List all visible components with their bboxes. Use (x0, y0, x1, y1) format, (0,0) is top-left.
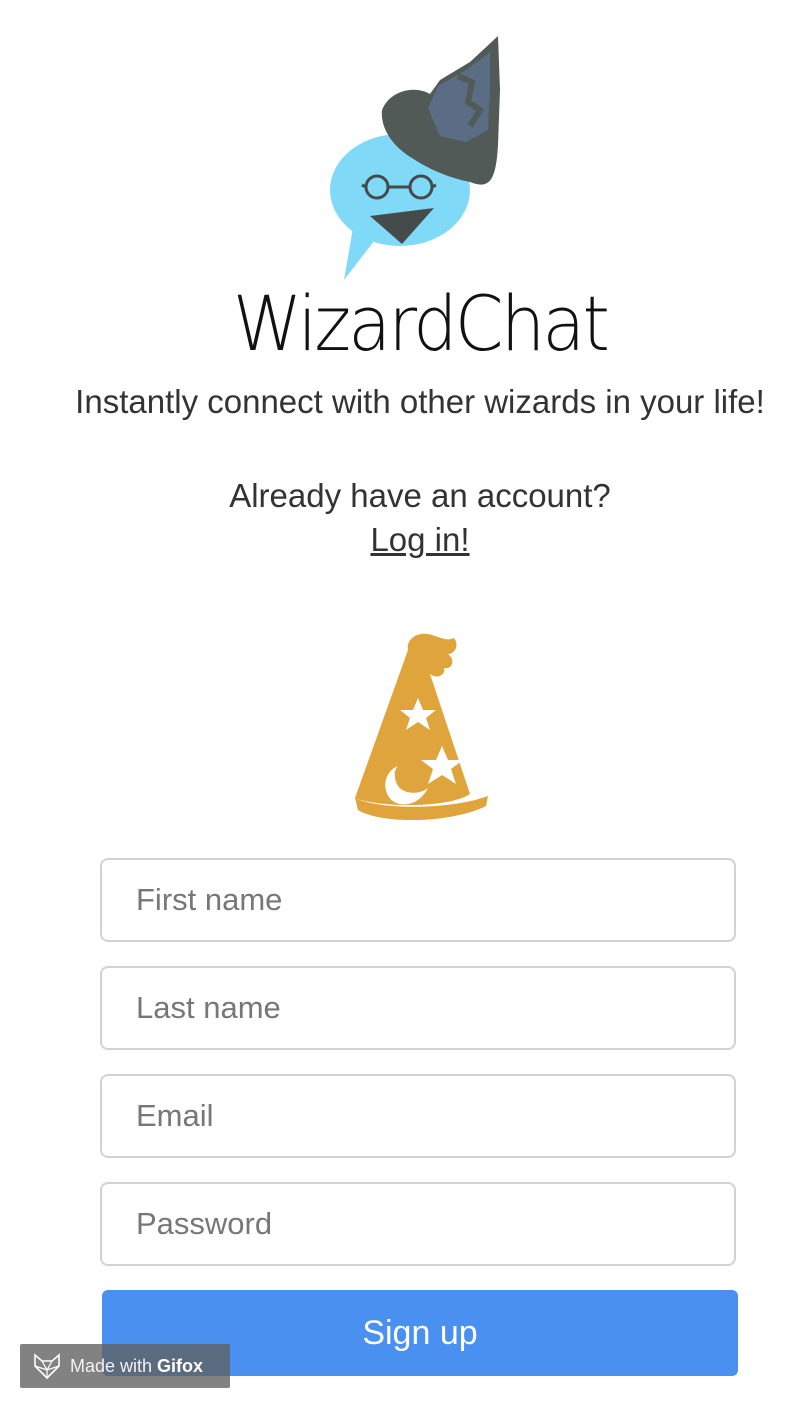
first-name-field[interactable] (100, 858, 736, 942)
last-name-field[interactable] (100, 966, 736, 1050)
watermark-made-with: Made with (70, 1355, 153, 1376)
login-link-container: Log in! (0, 518, 800, 562)
gifox-watermark: Made with Gifox (20, 1344, 230, 1388)
tagline: Instantly connect with other wizards in … (75, 383, 765, 420)
email-field[interactable] (100, 1074, 736, 1158)
watermark-brand: Gifox (157, 1355, 204, 1376)
login-link[interactable]: Log in! (370, 521, 469, 558)
signup-page: WizardChat Instantly connect with other … (0, 0, 800, 1408)
login-prompt-text: Already have an account? (229, 477, 611, 514)
password-field[interactable] (100, 1182, 736, 1266)
wizard-hat-icon (355, 633, 488, 821)
wizard-chat-bubble-icon (330, 36, 500, 280)
app-title: WizardChat (232, 279, 610, 368)
fox-icon (34, 1353, 60, 1380)
